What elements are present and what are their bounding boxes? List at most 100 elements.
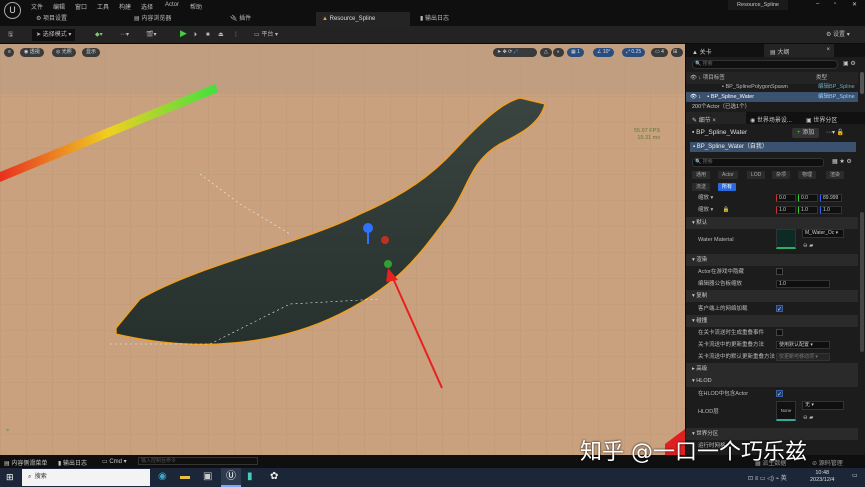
cat-lod[interactable]: LOD [747, 171, 766, 179]
update-method-dropdown[interactable]: 使用默认配置 ▾ [776, 341, 830, 349]
notification-icon[interactable]: ▭ [852, 472, 858, 479]
section-advanced[interactable]: ▸ 高级 [686, 363, 858, 375]
cat-misc[interactable]: 杂项 [772, 171, 791, 179]
scale-y[interactable]: 1.0 [798, 206, 818, 214]
tab-world-partition[interactable]: ▣ 世界分区 [806, 115, 837, 124]
explorer-icon[interactable]: ▬ [180, 471, 190, 482]
section-default[interactable]: ▾ 默认 [686, 217, 858, 229]
hlod-thumbnail[interactable]: None [776, 401, 796, 421]
material-dropdown[interactable]: M_Water_Oc ▾ [802, 229, 844, 238]
cinematics-icon[interactable]: 🎬▾ [146, 29, 156, 41]
browse-icon[interactable]: ⊖ ▰ [803, 412, 813, 424]
surface-snap-button[interactable]: △ [540, 48, 552, 57]
taskbar-search-input[interactable]: ⌕ 搜索 [22, 469, 150, 486]
material-thumbnail[interactable] [776, 229, 796, 249]
tab-plugins[interactable]: 🔌 插件 [224, 12, 314, 26]
show-button[interactable]: 显示 [82, 48, 101, 57]
outliner-search-input[interactable]: 🔍 搜索 [692, 60, 838, 69]
menu-select[interactable]: 选择 [141, 2, 153, 11]
lit-button[interactable]: ◎ 光照 [52, 48, 76, 57]
maximize-viewport-button[interactable]: ⊞ [671, 48, 683, 57]
section-replication[interactable]: ▾ 复制 [686, 290, 858, 302]
menu-help[interactable]: 帮助 [190, 2, 202, 11]
cat-rendering[interactable]: 渲染 [826, 171, 845, 179]
section-hlod[interactable]: ▾ HLOD [686, 375, 858, 387]
item-type[interactable]: 编辑BP_Spline [818, 82, 855, 92]
component-self-row[interactable]: ▪ BP_Spline_Water（自我） [690, 142, 856, 152]
console-input[interactable]: 输入控制台命令 [138, 457, 258, 465]
tab-outliner[interactable]: ▤ 大纲 × [764, 44, 834, 57]
close-button[interactable]: ✕ [852, 1, 857, 8]
tab-world-settings[interactable]: ◉ 世界场景设... [750, 115, 792, 124]
outliner-scrollbar[interactable] [860, 72, 864, 94]
perspective-button[interactable]: ◉ 透视 [20, 48, 44, 57]
windows-start-icon[interactable]: ⊞ [6, 472, 14, 483]
world-local-button[interactable]: ◐ [553, 48, 565, 57]
add-actor-icon[interactable]: ◆▾ [95, 29, 103, 41]
menu-build[interactable]: 构建 [119, 2, 131, 11]
scale-label[interactable]: 缩放 [698, 207, 709, 213]
content-drawer-button[interactable]: ▤ 内容侧滑菜单 [4, 458, 47, 467]
grid-snap-button[interactable]: ▦ 1 [567, 48, 584, 57]
edge-icon[interactable]: ◉ [158, 471, 167, 482]
outliner-row[interactable]: ▪ BP_SplinePolygonSpawn 编辑BP_Spline [686, 82, 858, 92]
section-collision[interactable]: ▾ 碰撞 [686, 315, 858, 327]
tab-project-settings[interactable]: ⚙ 项目设置 [30, 12, 120, 26]
blueprint-options-icon[interactable]: ⋯▾ 🔓 [826, 129, 844, 136]
default-update-dropdown[interactable]: 仅更新可移动项 ▾ [776, 353, 830, 361]
lock-icon[interactable]: 🔒 [723, 207, 730, 213]
add-folder-icon[interactable]: ▣ ⚙ [843, 60, 856, 67]
tab-levels[interactable]: ▲ 关卡 [692, 47, 712, 56]
loc-z[interactable]: 89.999 [820, 194, 842, 202]
rotation-snap-button[interactable]: ∠ 10° [593, 48, 615, 57]
details-scrollbar[interactable] [860, 212, 864, 352]
tab-resource-spline[interactable]: ▲ Resource_Spline [316, 12, 410, 26]
blueprint-icon[interactable]: ⋯▾ [120, 29, 129, 41]
billboard-input[interactable]: 1.0 [776, 280, 830, 288]
play-button[interactable]: ▶ [180, 27, 187, 39]
source-control-button[interactable]: ⊘ 源码管理 [812, 458, 843, 467]
cat-actor[interactable]: Actor [718, 171, 738, 179]
section-render[interactable]: ▾ 渲染 [686, 254, 858, 266]
browse-icon[interactable]: ⊖ ▰ [803, 240, 813, 252]
loc-y[interactable]: 0.0 [798, 194, 818, 202]
more-options-icon[interactable]: ⋮ [233, 29, 239, 41]
tab-output-log[interactable]: ▮ 输出日志 [414, 12, 494, 26]
net-load-checkbox[interactable] [776, 304, 783, 316]
app-icon[interactable]: ▣ [203, 471, 212, 482]
tray-icons[interactable]: ⊡ ≡ ▭ ◁) ⌁ 英 [748, 473, 787, 482]
save-icon[interactable]: 🖫 [8, 29, 13, 41]
platform-dropdown[interactable]: ▭ 平台 ▾ [254, 29, 278, 41]
overlap-checkbox[interactable] [776, 329, 783, 336]
scale-snap-button[interactable]: ⤢ 0.25 [622, 48, 646, 57]
transform-tools[interactable]: ➤ ✥ ⟳ ⤢ [493, 48, 537, 57]
minimize-button[interactable]: – [816, 1, 819, 7]
stop-button[interactable]: ■ [206, 29, 210, 41]
unreal-taskbar-icon[interactable]: Ⓤ [221, 468, 241, 487]
add-component-button[interactable]: + 添加 [792, 128, 820, 138]
close-icon[interactable]: × [826, 47, 830, 53]
app2-icon[interactable]: ▮ [247, 471, 253, 482]
menu-file[interactable]: 文件 [31, 2, 43, 11]
maximize-button[interactable]: ▫ [834, 1, 836, 7]
loc-label[interactable]: 缩放 [698, 195, 709, 201]
taskbar-clock[interactable]: 10:48 2023/12/4 [810, 470, 834, 484]
cat-all[interactable]: 所有 [718, 183, 737, 191]
outliner-row-selected[interactable]: 👁 ↓ ▪ BP_Spline_Water 编辑BP_Spline [686, 92, 858, 102]
output-log-button[interactable]: ▮ 输出日志 [58, 458, 87, 467]
hidden-checkbox[interactable] [776, 268, 783, 275]
menu-window[interactable]: 窗口 [75, 2, 87, 11]
unreal-logo-icon[interactable]: U [4, 2, 21, 19]
cat-general[interactable]: 通用 [692, 171, 711, 179]
select-mode-dropdown[interactable]: ➤ 选择模式 ▾ [32, 29, 76, 41]
level-viewport[interactable]: ≡ ◉ 透视 ◎ 光照 显示 ➤ ✥ ⟳ ⤢ △ ◐ ▦ 1 ∠ 10° ⤢ 0… [0, 44, 685, 455]
include-hlod-checkbox[interactable] [776, 389, 783, 401]
hlod-layer-dropdown[interactable]: 无 ▾ [802, 401, 844, 410]
tab-content-browser[interactable]: ▤ 内容浏览器 [128, 12, 218, 26]
details-search-input[interactable]: 🔍 搜索 [692, 158, 824, 167]
scale-x[interactable]: 1.0 [776, 206, 796, 214]
menu-edit[interactable]: 编辑 [53, 2, 65, 11]
item-type[interactable]: 编辑BP_Spline [818, 92, 855, 102]
cat-physics[interactable]: 物理 [798, 171, 817, 179]
eject-button[interactable]: ⏏ [218, 29, 224, 41]
